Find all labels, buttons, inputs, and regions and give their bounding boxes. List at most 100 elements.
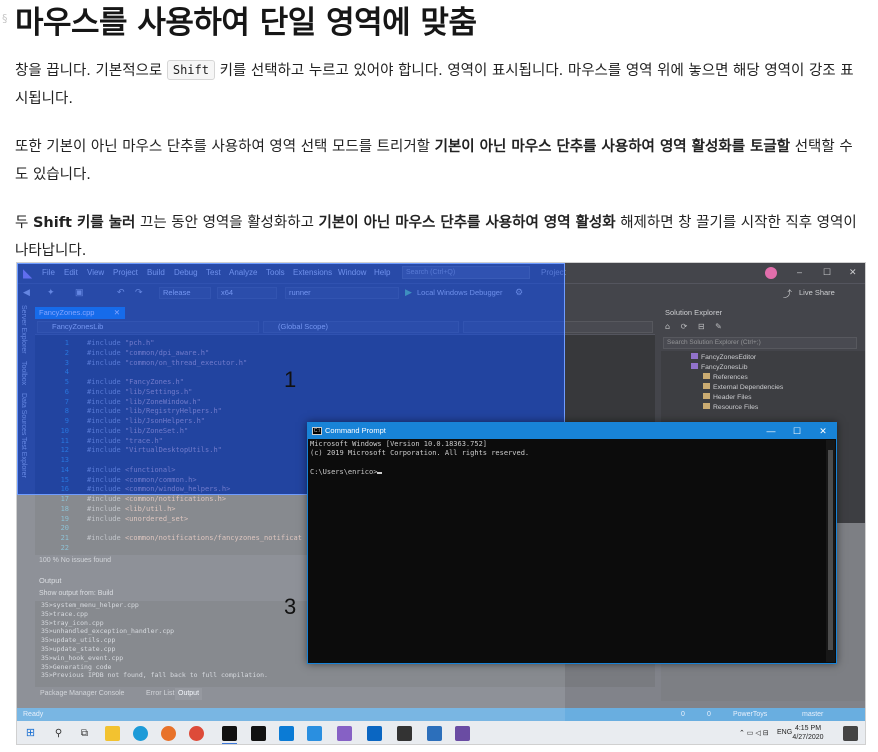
tree-item-header-files[interactable]: Header Files: [703, 393, 752, 403]
cmd-title-bar[interactable]: C:\ Command Prompt — ☐ ✕: [308, 423, 836, 439]
back-icon[interactable]: ◀: [23, 287, 30, 298]
new-item-icon[interactable]: ✦: [47, 287, 55, 298]
tree-item-fancyzoneslib[interactable]: FancyZonesLib: [691, 363, 747, 373]
user-avatar[interactable]: [765, 267, 777, 279]
chat-icon[interactable]: [397, 726, 412, 741]
properties-icon[interactable]: ✎: [715, 322, 722, 331]
code-line[interactable]: 4: [35, 368, 655, 378]
monitor-icon[interactable]: [279, 726, 294, 741]
outlook-icon[interactable]: [367, 726, 382, 741]
tab-output[interactable]: Output: [175, 688, 203, 700]
undo-icon[interactable]: ↶: [117, 287, 125, 298]
side-tab-server-explorer[interactable]: Server Explorer: [20, 305, 27, 354]
startup-project-select[interactable]: runner: [285, 287, 399, 299]
code-line[interactable]: 3 #include "common/on_thread_executor.h": [35, 359, 655, 369]
menu-window[interactable]: Window: [338, 268, 366, 277]
menu-test[interactable]: Test: [206, 268, 221, 277]
code-line[interactable]: 5 #include "FancyZones.h": [35, 378, 655, 388]
taskbar-clock[interactable]: 4:15 PM 4/27/2020: [785, 724, 831, 742]
nav-member-select[interactable]: [463, 321, 653, 333]
menu-help[interactable]: Help: [374, 268, 390, 277]
tab-error-list[interactable]: Error List: [143, 688, 177, 700]
nav-scope-select[interactable]: (Global Scope): [263, 321, 459, 333]
menu-view[interactable]: View: [87, 268, 104, 277]
notifications-icon[interactable]: [843, 726, 858, 741]
refresh-icon[interactable]: ⟳: [681, 322, 688, 331]
tree-item-external-dependencies[interactable]: External Dependencies: [703, 383, 783, 393]
puzzle-icon[interactable]: [427, 726, 442, 741]
code-line[interactable]: 7 #include "lib/ZoneWindow.h": [35, 398, 655, 408]
settings-app-icon[interactable]: [455, 726, 470, 741]
line-number: 20: [60, 524, 69, 533]
menu-project[interactable]: Project: [113, 268, 138, 277]
collapse-icon[interactable]: ⊟: [698, 322, 705, 331]
code-line[interactable]: 2 #include "common/dpi_aware.h": [35, 349, 655, 359]
status-warnings[interactable]: 0: [707, 708, 711, 721]
menu-build[interactable]: Build: [147, 268, 165, 277]
command-prompt-window[interactable]: C:\ Command Prompt — ☐ ✕ Microsoft Windo…: [307, 422, 837, 664]
visual-studio-icon[interactable]: [337, 726, 352, 741]
code-line[interactable]: 6 #include "lib/Settings.h": [35, 388, 655, 398]
side-tab-test-explorer[interactable]: Test Explorer: [20, 437, 27, 478]
editor-navigation-bar: FancyZonesLib (Global Scope): [35, 319, 655, 335]
vs-search-input[interactable]: Search (Ctrl+Q): [402, 266, 530, 279]
menu-analyze[interactable]: Analyze: [229, 268, 257, 277]
live-share-button[interactable]: Live Share: [799, 288, 835, 297]
minimize-icon[interactable]: –: [797, 267, 802, 277]
cmd-scrollbar-thumb[interactable]: [828, 450, 833, 650]
cmd-maximize-icon[interactable]: ☐: [786, 423, 808, 439]
status-branch[interactable]: master: [802, 708, 823, 721]
start-debug-button[interactable]: Local Windows Debugger: [417, 288, 502, 297]
side-tab-toolbox[interactable]: Toolbox: [20, 361, 27, 385]
tab-package-manager-console[interactable]: Package Manager Console: [37, 688, 127, 700]
tab-close-icon[interactable]: ✕: [114, 307, 120, 319]
tree-item-resource-files[interactable]: Resource Files: [703, 403, 758, 413]
cmd-minimize-icon[interactable]: —: [760, 423, 782, 439]
save-icon[interactable]: ▣: [75, 287, 84, 298]
live-share-icon[interactable]: ⤴: [783, 287, 792, 300]
maximize-icon[interactable]: ☐: [823, 267, 831, 278]
close-icon[interactable]: ✕: [849, 267, 857, 278]
cmd-scrollbar[interactable]: [826, 440, 835, 662]
line-number: 16: [60, 485, 69, 494]
toolbar-tools-icon[interactable]: ⚙: [515, 287, 523, 298]
cmd-close-icon[interactable]: ✕: [812, 423, 834, 439]
menu-tools[interactable]: Tools: [266, 268, 285, 277]
editor-tab-fancyzones[interactable]: FancyZones.cpp ✕: [35, 307, 125, 319]
include-path: "VirtualDesktopUtils.h": [124, 446, 222, 455]
tree-item-fancyzoneseditor[interactable]: FancyZonesEditor: [691, 353, 756, 363]
side-tab-data-sources[interactable]: Data Sources: [20, 393, 27, 435]
menu-edit[interactable]: Edit: [64, 268, 78, 277]
menu-debug[interactable]: Debug: [174, 268, 198, 277]
command-prompt-icon[interactable]: [251, 726, 266, 741]
menu-extensions[interactable]: Extensions: [293, 268, 332, 277]
task-view-icon[interactable]: ⧉: [77, 726, 92, 741]
vs-code-icon[interactable]: [307, 726, 322, 741]
platform-select[interactable]: x64: [217, 287, 277, 299]
solution-search-input[interactable]: Search Solution Explorer (Ctrl+;): [663, 337, 857, 349]
tray-icons[interactable]: ⌃ ▭ ◁ ⊟: [739, 729, 769, 737]
chrome-icon[interactable]: [189, 726, 204, 741]
folder-icon: [703, 403, 710, 409]
start-debug-icon[interactable]: ▶: [405, 287, 412, 298]
menu-file[interactable]: File: [42, 268, 55, 277]
anchor-link-icon[interactable]: §: [2, 12, 8, 25]
start-icon[interactable]: ⊞: [23, 726, 38, 741]
edge-icon[interactable]: [133, 726, 148, 741]
preprocessor-keyword: #include: [87, 426, 125, 435]
terminal-icon[interactable]: [222, 726, 237, 741]
config-select[interactable]: Release: [159, 287, 211, 299]
file-explorer-icon[interactable]: [105, 726, 120, 741]
home-icon[interactable]: ⌂: [665, 322, 670, 331]
cmd-console[interactable]: Microsoft Windows [Version 10.0.18363.75…: [310, 440, 820, 662]
status-repo[interactable]: PowerToys: [733, 708, 767, 721]
tree-item-references[interactable]: References: [703, 373, 748, 383]
code-text: #include "lib/ZoneSet.h": [87, 427, 188, 437]
code-line[interactable]: 1 #include "pch.h": [35, 339, 655, 349]
search-icon[interactable]: ⚲: [51, 726, 66, 741]
firefox-icon[interactable]: [161, 726, 176, 741]
redo-icon[interactable]: ↷: [135, 287, 143, 298]
status-errors[interactable]: 0: [681, 708, 685, 721]
code-line[interactable]: 8 #include "lib/RegistryHelpers.h": [35, 407, 655, 417]
nav-project-select[interactable]: FancyZonesLib: [37, 321, 259, 333]
